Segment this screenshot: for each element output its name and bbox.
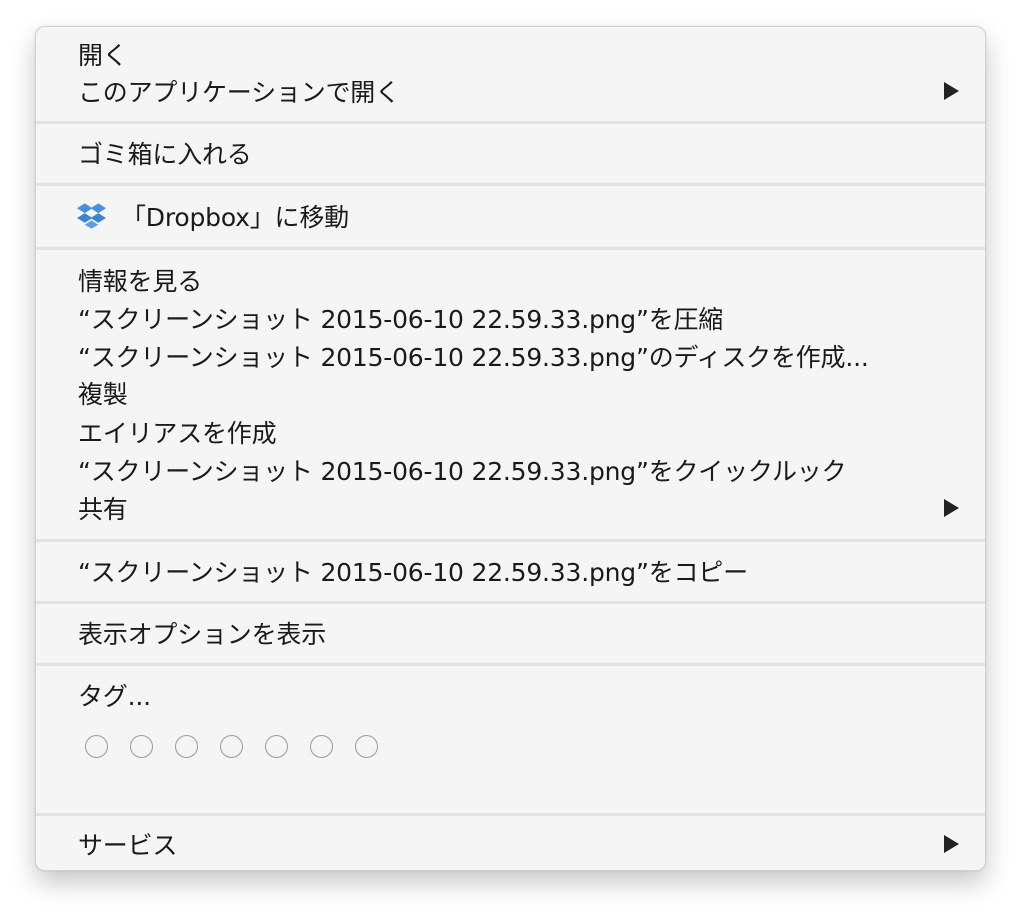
menu-item-label: このアプリケーションで開く [78,78,400,107]
menu-item-label: “スクリーンショット 2015-06-10 22.59.33.png”をクイック… [78,457,847,486]
submenu-arrow-icon [944,82,959,100]
menu-item-label: 情報を見る [78,267,203,296]
menu-item-open-with[interactable]: このアプリケーションで開く [36,72,985,110]
submenu-arrow-icon [944,835,959,853]
menu-item-move-to-trash[interactable]: ゴミ箱に入れる [36,134,985,172]
menu-item-label: “スクリーンショット 2015-06-10 22.59.33.png”のディスク… [78,343,869,372]
tag-circle-icon[interactable] [85,735,108,758]
menu-item-tags[interactable]: タグ... [36,676,985,714]
dropbox-icon [76,203,107,229]
menu-separator [36,813,985,816]
menu-item-label: “スクリーンショット 2015-06-10 22.59.33.png”を圧縮 [78,305,724,334]
menu-item-compress[interactable]: “スクリーンショット 2015-06-10 22.59.33.png”を圧縮 [36,299,985,337]
tag-circle-icon[interactable] [265,735,288,758]
menu-item-burn-disc[interactable]: “スクリーンショット 2015-06-10 22.59.33.png”のディスク… [36,337,985,375]
menu-separator [36,247,985,250]
menu-item-label: タグ... [78,682,151,711]
menu-item-move-to-dropbox[interactable]: 「Dropbox」に移動 [36,197,985,235]
menu-item-quick-look[interactable]: “スクリーンショット 2015-06-10 22.59.33.png”をクイック… [36,451,985,489]
menu-item-label: 表示オプションを表示 [78,620,327,649]
tag-circle-icon[interactable] [130,735,153,758]
tag-circle-icon[interactable] [220,735,243,758]
context-menu: 開く このアプリケーションで開く ゴミ箱に入れる 「Dropbox」に移動 情報… [35,26,986,871]
tag-circle-icon[interactable] [175,735,198,758]
tag-color-picker [85,735,400,758]
menu-item-copy[interactable]: “スクリーンショット 2015-06-10 22.59.33.png”をコピー [36,552,985,590]
submenu-arrow-icon [944,499,959,517]
menu-item-services[interactable]: サービス [36,825,985,863]
menu-item-label: 開く [78,41,128,70]
menu-item-label: サービス [78,831,178,860]
menu-item-label: “スクリーンショット 2015-06-10 22.59.33.png”をコピー [78,558,748,587]
menu-separator [36,183,985,186]
menu-item-open[interactable]: 開く [36,35,985,73]
menu-item-label: 複製 [78,380,128,409]
menu-separator [36,539,985,542]
menu-item-label: 「Dropbox」に移動 [121,203,349,232]
menu-separator [36,663,985,666]
menu-item-get-info[interactable]: 情報を見る [36,261,985,299]
menu-item-label: 共有 [78,495,128,524]
menu-item-show-view-options[interactable]: 表示オプションを表示 [36,614,985,652]
tag-circle-icon[interactable] [310,735,333,758]
tag-circle-icon[interactable] [355,735,378,758]
menu-item-share[interactable]: 共有 [36,489,985,527]
menu-item-label: ゴミ箱に入れる [78,140,252,169]
menu-item-make-alias[interactable]: エイリアスを作成 [36,413,985,451]
menu-separator [36,121,985,124]
menu-separator [36,601,985,604]
menu-item-duplicate[interactable]: 複製 [36,374,985,412]
menu-item-label: エイリアスを作成 [78,419,277,448]
